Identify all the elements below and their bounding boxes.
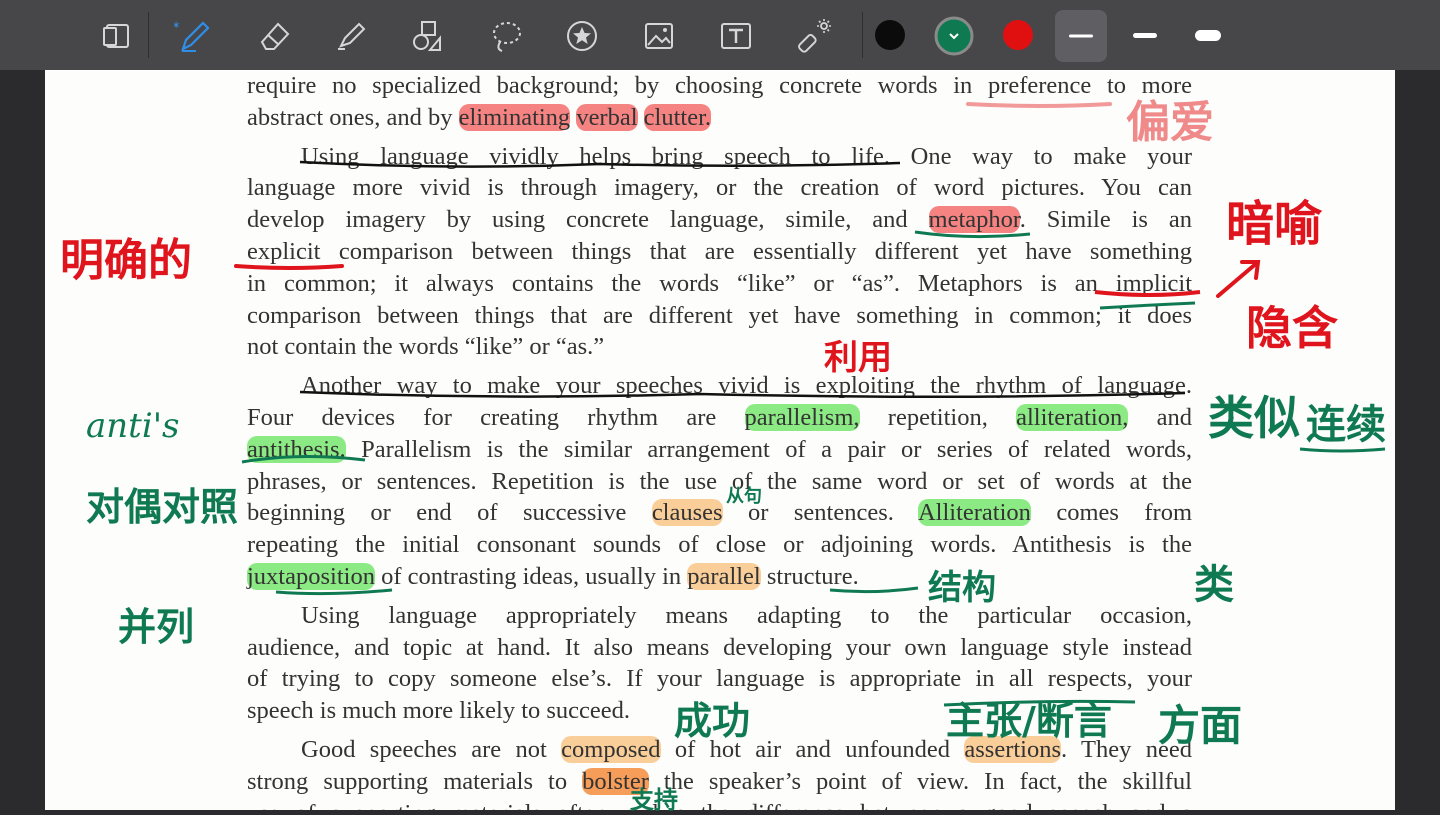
text-line-content: explicit comparison between things that … — [247, 237, 1192, 265]
stroke-width-thick[interactable] — [1182, 10, 1234, 62]
highlighter-icon[interactable] — [325, 10, 377, 62]
annotation-aspect: 方面 — [1158, 701, 1243, 750]
text-line-content: audience, and topic at hand. It also mea… — [247, 633, 1192, 661]
text-line-content: repeating the initial consonant sounds o… — [247, 531, 1192, 559]
text-line: repeating the initial consonant sounds o… — [247, 529, 1192, 561]
text-line: beginning or end of successive clauses o… — [247, 499, 1193, 527]
image-icon[interactable] — [633, 10, 685, 62]
annotation-series: 连续 — [1306, 402, 1386, 448]
text-line-content: Another way to make your speeches vivid … — [301, 372, 1192, 400]
color-swatch-green[interactable] — [928, 10, 980, 62]
text-line: develop imagery by using concrete langua… — [247, 206, 1192, 234]
color-swatch-black[interactable] — [875, 20, 905, 50]
annotation-succeed: 成功 — [674, 699, 751, 743]
text-line: antithesis. Parallelism is the similar a… — [247, 435, 1192, 463]
annotation-explicit: 明确的 — [60, 235, 192, 286]
text-line: Four devices for creating rhythm are par… — [247, 403, 1192, 431]
text-line: comparison between things that are diffe… — [247, 300, 1192, 332]
text-line-content: language more vivid is through imagery, … — [247, 174, 1192, 202]
text-line: language more vivid is through imagery, … — [247, 172, 1192, 204]
annotation-clause: 从句 — [726, 486, 762, 507]
text-line: juxtaposition of contrasting ideas, usua… — [247, 562, 859, 590]
text-line-content: require no specialized background; by ch… — [247, 72, 1192, 99]
annotation-antithesis-en: anti's — [86, 406, 180, 446]
annotation-metaphor: 暗喻 — [1226, 196, 1323, 252]
text-line: in common; it always contains the words … — [247, 268, 1192, 300]
toolbar: ∗ — [0, 0, 1440, 70]
shapes-icon[interactable] — [402, 10, 454, 62]
toolbar-divider — [862, 12, 863, 58]
text-line: Using language appropriately means adapt… — [247, 593, 1192, 632]
annotation-assertion: 主张/断言 — [946, 699, 1112, 743]
annotation-structure: 结构 — [928, 568, 996, 608]
text-line: strong supporting materials to bolster t… — [247, 767, 1192, 795]
text-line: not contain the words “like” or “as.” — [247, 331, 1192, 363]
text-line: audience, and topic at hand. It also mea… — [247, 632, 1192, 664]
annotation-class: 类 — [1194, 562, 1234, 608]
text-line: use of supporting materials often makes … — [247, 798, 1192, 810]
annotation-exploit: 利用 — [824, 338, 892, 378]
stroke-width-thin[interactable] — [1055, 10, 1107, 62]
laser-pointer-icon[interactable] — [788, 10, 840, 62]
color-swatch-red[interactable] — [1003, 20, 1033, 50]
text-line-content: speech is much more likely to succeed. — [247, 697, 631, 725]
sticker-star-icon[interactable] — [556, 10, 608, 62]
text-line-content: not contain the words “like” or “as.” — [247, 333, 605, 361]
pen-icon[interactable]: ∗ — [168, 10, 220, 62]
annotation-juxtaposition: 并列 — [118, 605, 195, 649]
text-line-content: of trying to copy someone else’s. If you… — [247, 665, 1192, 693]
eraser-icon[interactable] — [248, 10, 300, 62]
text-line-content: use of supporting materials often makes … — [247, 800, 1192, 810]
pages-icon[interactable] — [90, 10, 142, 62]
text-line-content: Using language vividly helps bring speec… — [301, 142, 1192, 170]
stroke-width-medium[interactable] — [1119, 10, 1171, 62]
text-line: Another way to make your speeches vivid … — [247, 370, 1192, 402]
text-line-content: Using language appropriately means adapt… — [301, 601, 1192, 629]
annotation-similar: 类似 — [1208, 391, 1300, 445]
annotation-preference: 偏爱 — [1126, 97, 1214, 148]
text-line-content: comparison between things that are diffe… — [247, 301, 1192, 329]
lasso-icon[interactable] — [480, 10, 532, 62]
text-line: phrases, or sentences. Repetition is the… — [247, 466, 1192, 498]
toolbar-divider — [148, 12, 149, 58]
text-line: explicit comparison between things that … — [247, 236, 1192, 268]
text-line: Using language vividly helps bring speec… — [247, 141, 1192, 173]
text-line: abstract ones, and by eliminating verbal… — [247, 103, 712, 131]
annotation-implicit: 隐含 — [1246, 301, 1338, 355]
svg-text:∗: ∗ — [174, 20, 180, 31]
text-line: require no specialized background; by ch… — [247, 70, 1192, 102]
text-box-icon[interactable] — [710, 10, 762, 62]
text-line-content: in common; it always contains the words … — [247, 269, 1192, 297]
annotation-antithesis-cn: 对偶对照 — [86, 485, 239, 529]
text-line-content: phrases, or sentences. Repetition is the… — [247, 467, 1192, 495]
